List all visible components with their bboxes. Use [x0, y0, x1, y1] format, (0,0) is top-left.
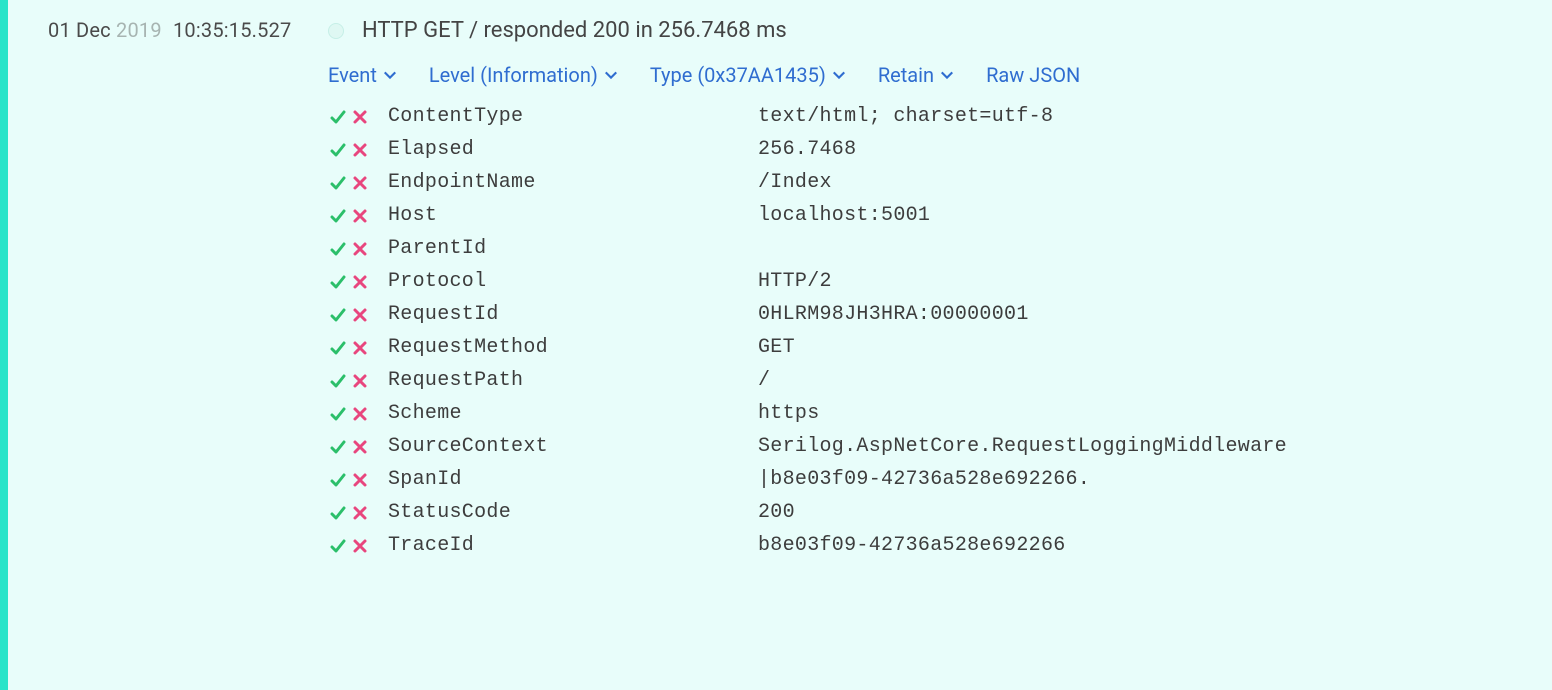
- property-value: /Index: [758, 171, 1552, 194]
- retain-dropdown-label: Retain: [878, 63, 934, 87]
- property-key: RequestMethod: [388, 336, 758, 359]
- property-key: EndpointName: [388, 171, 758, 194]
- summary-message: HTTP GET / responded 200 in 256.7468 ms: [362, 18, 787, 43]
- chevron-down-icon: [383, 68, 397, 82]
- type-dropdown-label: Type (0x37AA1435): [650, 63, 826, 87]
- property-controls: [328, 274, 388, 290]
- property-controls: [328, 208, 388, 224]
- property-key: RequestId: [388, 303, 758, 326]
- property-value: HTTP/2: [758, 270, 1552, 293]
- include-icon[interactable]: [330, 241, 346, 257]
- property-value: Serilog.AspNetCore.RequestLoggingMiddlew…: [758, 435, 1552, 458]
- chevron-down-icon: [832, 68, 846, 82]
- level-dropdown[interactable]: Level (Information): [429, 63, 618, 87]
- timestamp-time: 10:35:15.527: [173, 18, 292, 42]
- raw-json-label: Raw JSON: [986, 63, 1080, 87]
- event-dropdown[interactable]: Event: [328, 63, 397, 87]
- include-icon[interactable]: [330, 373, 346, 389]
- exclude-icon[interactable]: [352, 439, 368, 455]
- chevron-down-icon: [940, 68, 954, 82]
- property-key: Elapsed: [388, 138, 758, 161]
- property-controls: [328, 175, 388, 191]
- exclude-icon[interactable]: [352, 373, 368, 389]
- property-value: 0HLRM98JH3HRA:00000001: [758, 303, 1552, 326]
- property-controls: [328, 373, 388, 389]
- property-key: Scheme: [388, 402, 758, 425]
- log-entry: 01 Dec 2019 10:35:15.527 HTTP GET / resp…: [0, 0, 1552, 690]
- timestamp-year: 2019: [116, 18, 162, 42]
- exclude-icon[interactable]: [352, 109, 368, 125]
- exclude-icon[interactable]: [352, 340, 368, 356]
- property-value: https: [758, 402, 1552, 425]
- property-value: text/html; charset=utf-8: [758, 105, 1552, 128]
- summary-row: HTTP GET / responded 200 in 256.7468 ms: [328, 18, 1552, 43]
- exclude-icon[interactable]: [352, 406, 368, 422]
- property-key: ParentId: [388, 237, 758, 260]
- property-controls: [328, 505, 388, 521]
- include-icon[interactable]: [330, 208, 346, 224]
- detail-column: HTTP GET / responded 200 in 256.7468 ms …: [328, 0, 1552, 690]
- include-icon[interactable]: [330, 274, 346, 290]
- include-icon[interactable]: [330, 472, 346, 488]
- include-icon[interactable]: [330, 406, 346, 422]
- exclude-icon[interactable]: [352, 142, 368, 158]
- property-value: /: [758, 369, 1552, 392]
- exclude-icon[interactable]: [352, 505, 368, 521]
- property-key: TraceId: [388, 534, 758, 557]
- event-dropdown-label: Event: [328, 63, 377, 87]
- property-value: 256.7468: [758, 138, 1552, 161]
- property-controls: [328, 472, 388, 488]
- timestamp: 01 Dec 2019 10:35:15.527: [8, 0, 328, 690]
- type-dropdown[interactable]: Type (0x37AA1435): [650, 63, 846, 87]
- chevron-down-icon: [604, 68, 618, 82]
- property-value: localhost:5001: [758, 204, 1552, 227]
- include-icon[interactable]: [330, 340, 346, 356]
- timestamp-day-month: 01 Dec: [48, 18, 111, 42]
- property-key: StatusCode: [388, 501, 758, 524]
- exclude-icon[interactable]: [352, 274, 368, 290]
- include-icon[interactable]: [330, 307, 346, 323]
- property-controls: [328, 307, 388, 323]
- exclude-icon[interactable]: [352, 538, 368, 554]
- exclude-icon[interactable]: [352, 241, 368, 257]
- property-value: 200: [758, 501, 1552, 524]
- include-icon[interactable]: [330, 505, 346, 521]
- property-key: ContentType: [388, 105, 758, 128]
- include-icon[interactable]: [330, 538, 346, 554]
- property-controls: [328, 142, 388, 158]
- properties-table: ContentTypetext/html; charset=utf-8Elaps…: [328, 105, 1552, 557]
- property-key: SpanId: [388, 468, 758, 491]
- property-controls: [328, 340, 388, 356]
- retain-dropdown[interactable]: Retain: [878, 63, 954, 87]
- property-value: |b8e03f09-42736a528e692266.: [758, 468, 1552, 491]
- include-icon[interactable]: [330, 439, 346, 455]
- property-key: Protocol: [388, 270, 758, 293]
- level-dropdown-label: Level (Information): [429, 63, 598, 87]
- property-controls: [328, 406, 388, 422]
- property-controls: [328, 538, 388, 554]
- property-value: b8e03f09-42736a528e692266: [758, 534, 1552, 557]
- property-key: Host: [388, 204, 758, 227]
- actions-row: Event Level (Information) Type (0x37AA14…: [328, 63, 1552, 87]
- level-indicator-icon: [328, 23, 344, 39]
- include-icon[interactable]: [330, 142, 346, 158]
- include-icon[interactable]: [330, 109, 346, 125]
- exclude-icon[interactable]: [352, 307, 368, 323]
- exclude-icon[interactable]: [352, 472, 368, 488]
- property-value: GET: [758, 336, 1552, 359]
- property-key: RequestPath: [388, 369, 758, 392]
- raw-json-link[interactable]: Raw JSON: [986, 63, 1080, 87]
- property-controls: [328, 439, 388, 455]
- property-controls: [328, 241, 388, 257]
- exclude-icon[interactable]: [352, 208, 368, 224]
- property-controls: [328, 109, 388, 125]
- property-key: SourceContext: [388, 435, 758, 458]
- exclude-icon[interactable]: [352, 175, 368, 191]
- include-icon[interactable]: [330, 175, 346, 191]
